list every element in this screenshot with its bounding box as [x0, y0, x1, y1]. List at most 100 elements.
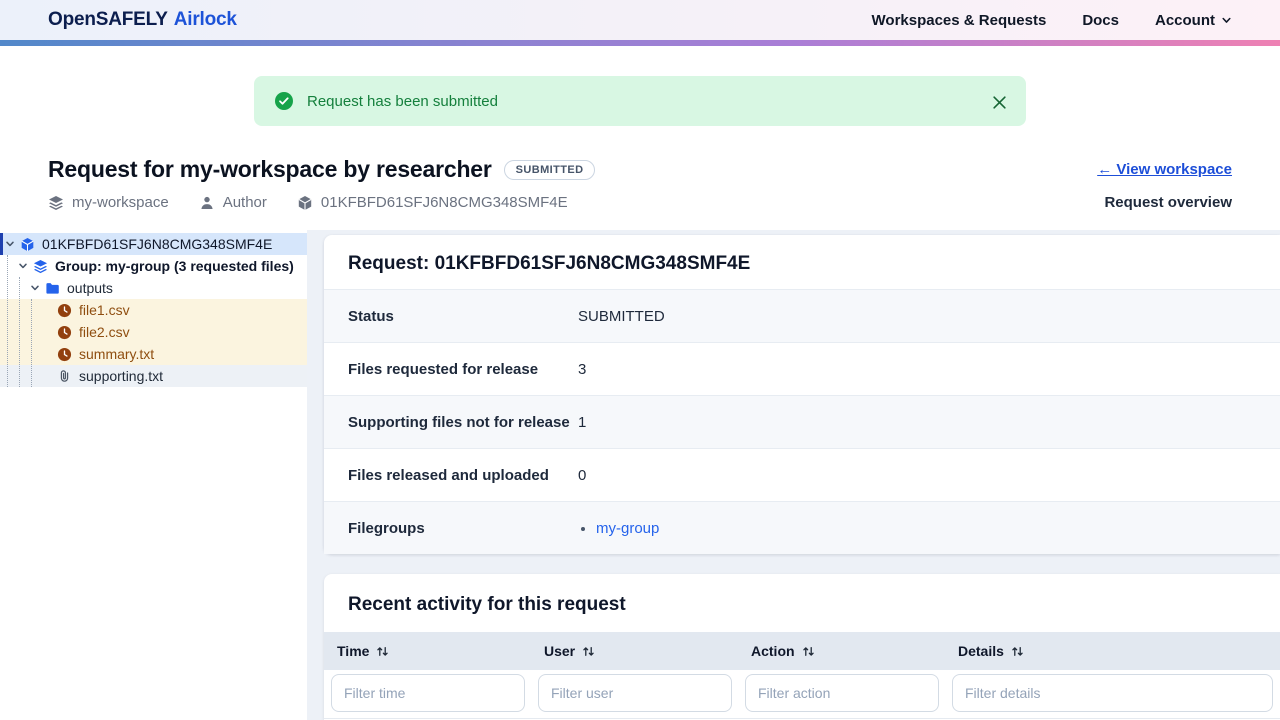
clock-pending-icon: [57, 325, 72, 340]
nav-workspaces-requests[interactable]: Workspaces & Requests: [872, 12, 1047, 29]
meta-author-label: Author: [222, 194, 267, 211]
nav-account[interactable]: Account: [1155, 12, 1232, 29]
logo-airlock: Airlock: [173, 9, 237, 30]
status-badge: SUBMITTED: [503, 159, 596, 180]
chevron-down-icon: [1221, 15, 1232, 26]
nav-links: Workspaces & Requests Docs Account: [872, 12, 1232, 29]
detail-value: SUBMITTED: [578, 307, 665, 325]
column-label: User: [544, 643, 576, 659]
tree-item-summary[interactable]: summary.txt: [0, 343, 307, 365]
chevron-down-icon: [5, 239, 15, 249]
column-label: Action: [751, 643, 795, 659]
detail-value: 1: [578, 413, 587, 431]
nav-docs[interactable]: Docs: [1082, 12, 1119, 29]
sort-icon: [1011, 645, 1024, 658]
meta-workspace: my-workspace: [48, 194, 169, 211]
filegroup-link[interactable]: my-group: [596, 520, 659, 537]
tree-item-group[interactable]: Group: my-group (3 requested files): [0, 255, 307, 277]
detail-row-status: Status SUBMITTED: [324, 289, 1280, 342]
page-title: Request for my-workspace by researcher: [48, 156, 492, 182]
tree-item-file2[interactable]: file2.csv: [0, 321, 307, 343]
tree-item-label: Group: my-group (3 requested files): [55, 258, 294, 274]
detail-label: Files released and uploaded: [348, 466, 549, 484]
activity-heading: Recent activity for this request: [348, 594, 626, 615]
content-area: 01KFBFD61SFJ6N8CMG348SMF4E Group: my-gro…: [0, 230, 1280, 720]
main-column: Request: 01KFBFD61SFJ6N8CMG348SMF4E Stat…: [324, 230, 1280, 720]
cube-icon: [297, 195, 313, 211]
detail-value: my-group: [578, 520, 659, 537]
column-header-action[interactable]: Action: [738, 643, 945, 659]
tree-item-supporting[interactable]: supporting.txt: [0, 365, 307, 387]
request-overview-label: Request overview: [1104, 194, 1232, 211]
close-icon[interactable]: [986, 89, 1012, 115]
file-tree-sidebar: 01KFBFD61SFJ6N8CMG348SMF4E Group: my-gro…: [0, 230, 307, 720]
meta-row: my-workspace Author 01KFBFD61SFJ6N8CMG34…: [48, 194, 1232, 211]
alert-message: Request has been submitted: [307, 92, 498, 110]
layers-icon: [48, 195, 64, 211]
filter-action-input[interactable]: [745, 674, 939, 712]
clock-pending-icon: [57, 347, 72, 362]
meta-request-id: 01KFBFD61SFJ6N8CMG348SMF4E: [297, 194, 568, 211]
filter-details-input[interactable]: [952, 674, 1273, 712]
column-header-time[interactable]: Time: [324, 643, 531, 659]
page-header: Request has been submitted Request for m…: [0, 46, 1280, 230]
layers-icon: [33, 259, 48, 274]
tree-item-file1[interactable]: file1.csv: [0, 299, 307, 321]
activity-card: Recent activity for this request Time Us…: [324, 574, 1280, 720]
top-nav: OpenSAFELY Airlock Workspaces & Requests…: [0, 0, 1280, 40]
column-header-user[interactable]: User: [531, 643, 738, 659]
view-workspace-link[interactable]: ← View workspace: [1097, 161, 1232, 178]
detail-row-files-requested: Files requested for release 3: [324, 342, 1280, 395]
tree-indent-guide: [19, 277, 20, 387]
detail-row-supporting-files: Supporting files not for release 1: [324, 395, 1280, 448]
column-label: Time: [337, 643, 370, 659]
detail-value: 0: [578, 466, 587, 484]
sort-icon: [376, 645, 389, 658]
activity-table-header: Time User Action Details: [324, 632, 1280, 670]
app-logo[interactable]: OpenSAFELY Airlock: [48, 9, 237, 31]
title-row: Request for my-workspace by researcher S…: [48, 156, 1232, 183]
success-alert: Request has been submitted: [254, 76, 1026, 126]
detail-label: Files requested for release: [348, 360, 539, 378]
detail-row-filegroups: Filegroups my-group: [324, 501, 1280, 554]
tree-item-label: file1.csv: [79, 302, 130, 318]
tree-indent-guide: [7, 255, 8, 387]
filter-user-input[interactable]: [538, 674, 732, 712]
sort-icon: [582, 645, 595, 658]
request-details-card: Request: 01KFBFD61SFJ6N8CMG348SMF4E Stat…: [324, 235, 1280, 554]
meta-request-id-label: 01KFBFD61SFJ6N8CMG348SMF4E: [320, 194, 568, 211]
meta-workspace-label: my-workspace: [72, 194, 169, 211]
tree-item-label: supporting.txt: [79, 368, 164, 384]
detail-label: Supporting files not for release: [348, 413, 570, 431]
filegroup-list-item: my-group: [596, 520, 659, 537]
tree-item-request[interactable]: 01KFBFD61SFJ6N8CMG348SMF4E: [0, 233, 307, 255]
cube-icon: [20, 237, 35, 252]
tree-indent-guide: [31, 299, 32, 387]
nav-label: Account: [1155, 11, 1215, 29]
detail-label: Filegroups: [348, 519, 425, 537]
chevron-down-icon: [18, 261, 28, 271]
tree-item-label: summary.txt: [79, 346, 155, 362]
detail-value: 3: [578, 360, 587, 378]
column-header-details[interactable]: Details: [945, 643, 1280, 659]
column-label: Details: [958, 643, 1004, 659]
meta-author: Author: [199, 194, 267, 211]
file-tree: 01KFBFD61SFJ6N8CMG348SMF4E Group: my-gro…: [0, 230, 307, 387]
sort-icon: [802, 645, 815, 658]
detail-row-files-released: Files released and uploaded 0: [324, 448, 1280, 501]
detail-label: Status: [348, 307, 394, 325]
nav-label: Docs: [1082, 11, 1119, 29]
logo-opensafely: OpenSAFELY: [48, 9, 168, 30]
activity-filter-row: [324, 670, 1280, 719]
request-details-heading: Request: 01KFBFD61SFJ6N8CMG348SMF4E: [348, 253, 751, 274]
nav-label: Workspaces & Requests: [871, 11, 1047, 29]
chevron-down-icon: [30, 283, 40, 293]
tree-item-label: file2.csv: [79, 324, 130, 340]
tree-item-outputs[interactable]: outputs: [0, 277, 307, 299]
check-circle-icon: [274, 91, 294, 111]
filegroup-list: my-group: [578, 520, 659, 537]
tree-item-label: 01KFBFD61SFJ6N8CMG348SMF4E: [42, 236, 273, 252]
user-icon: [199, 195, 215, 211]
filter-time-input[interactable]: [331, 674, 525, 712]
tree-item-label: outputs: [67, 280, 113, 296]
